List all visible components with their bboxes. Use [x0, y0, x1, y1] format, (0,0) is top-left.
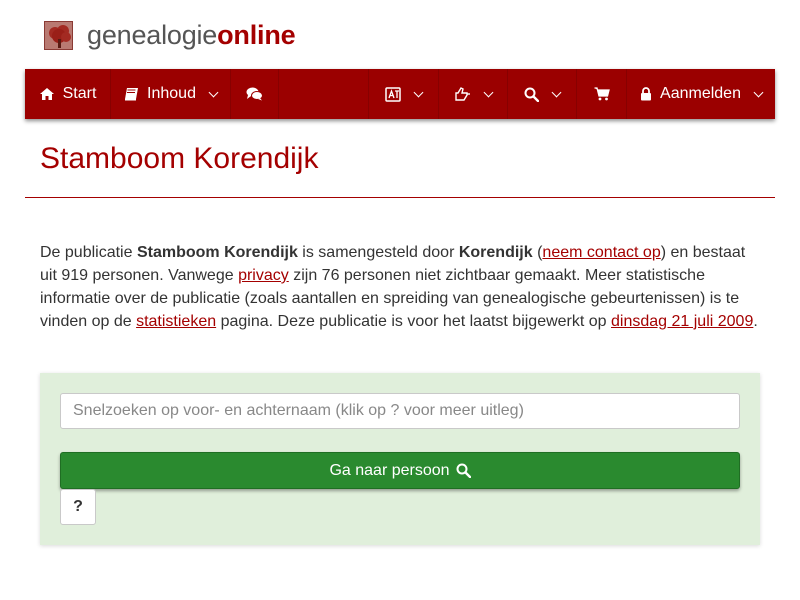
go-to-person-label: Ga naar persoon — [329, 461, 450, 479]
privacy-link[interactable]: privacy — [238, 267, 289, 284]
nav-start-label: Start — [62, 85, 97, 102]
main-navbar: Start Inhoud Aanmelden — [25, 69, 775, 119]
last-updated-link[interactable]: dinsdag 21 juli 2009 — [611, 313, 753, 330]
nav-forum[interactable] — [231, 69, 279, 119]
nav-login[interactable]: Aanmelden — [627, 69, 775, 119]
shopping-cart-icon — [594, 87, 610, 101]
quick-search-input[interactable] — [60, 393, 740, 429]
search-icon — [524, 87, 539, 102]
lock-icon — [640, 87, 652, 101]
publication-name: Stamboom Korendijk — [136, 244, 298, 261]
intro-text: is samengesteld door — [297, 244, 459, 261]
logo-text-part2: online — [217, 20, 296, 50]
home-icon — [39, 87, 55, 101]
search-help-button[interactable]: ? — [60, 489, 96, 525]
nav-inhoud[interactable]: Inhoud — [111, 69, 231, 119]
intro-text: pagina. Deze publicatie is voor het laat… — [216, 313, 612, 330]
nav-start[interactable]: Start — [25, 69, 111, 119]
chevron-down-icon — [483, 87, 494, 97]
navbar-spacer — [279, 69, 369, 119]
intro-text: . — [753, 313, 758, 330]
author-name: Korendijk — [458, 244, 533, 261]
title-divider — [25, 197, 775, 198]
chevron-down-icon — [208, 87, 219, 97]
nav-language[interactable] — [369, 69, 439, 119]
nav-inhoud-label: Inhoud — [147, 85, 196, 102]
go-to-person-button[interactable]: Ga naar persoon — [60, 452, 740, 489]
language-icon — [385, 86, 401, 102]
page-title: Stamboom Korendijk — [40, 142, 319, 175]
share-icon — [454, 87, 471, 101]
quick-search-panel: Ga naar persoon ? — [40, 373, 760, 545]
nav-cart[interactable] — [577, 69, 627, 119]
nav-search[interactable] — [508, 69, 577, 119]
book-icon — [124, 87, 139, 101]
tree-logo-icon — [44, 20, 73, 50]
site-logo-text: genealogieonline — [87, 18, 296, 52]
intro-text: ( — [532, 244, 543, 261]
contact-link[interactable]: neem contact op — [542, 244, 660, 261]
chevron-down-icon — [551, 87, 562, 97]
publication-description: De publicatie Stamboom Korendijk is same… — [40, 241, 765, 333]
logo-text-part1: genealogie — [87, 20, 218, 50]
comments-icon — [246, 87, 263, 101]
statistics-link[interactable]: statistieken — [136, 313, 216, 330]
chevron-down-icon — [753, 87, 764, 97]
nav-share[interactable] — [439, 69, 508, 119]
site-logo[interactable]: genealogieonline — [44, 18, 296, 52]
nav-login-label: Aanmelden — [660, 85, 741, 102]
chevron-down-icon — [413, 87, 424, 97]
search-icon — [456, 463, 471, 478]
intro-text: De publicatie — [40, 244, 137, 261]
